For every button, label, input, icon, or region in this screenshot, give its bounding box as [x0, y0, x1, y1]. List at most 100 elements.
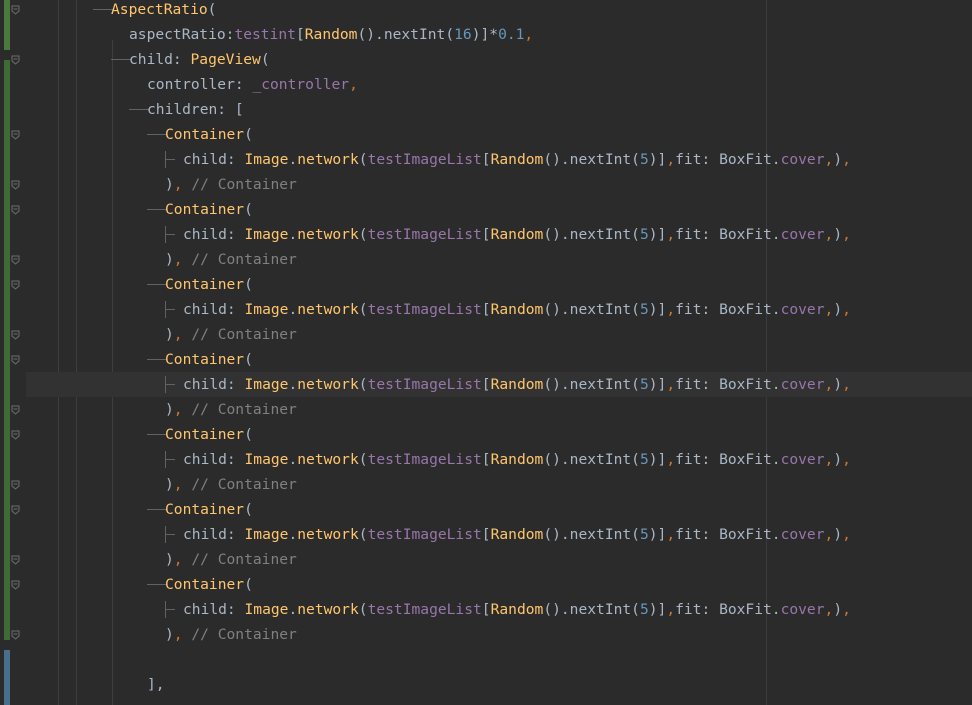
code-line[interactable]: controller: _controller, [26, 72, 972, 97]
code-token: child: [129, 51, 191, 68]
fold-marker-icon[interactable] [10, 579, 20, 590]
fold-marker-icon[interactable] [10, 204, 20, 215]
fold-marker-icon[interactable] [10, 554, 20, 565]
code-token: // Container [182, 251, 297, 268]
vcs-change-marker[interactable] [4, 650, 10, 705]
tree-connector [103, 22, 127, 47]
fold-marker-icon[interactable] [10, 329, 20, 340]
tree-connector [139, 622, 163, 647]
editor-gutter[interactable] [0, 0, 26, 705]
code-token: , [842, 151, 851, 168]
code-token: [ [481, 526, 491, 543]
code-line[interactable]: Container( [26, 572, 972, 597]
code-text: ), // Container [165, 247, 297, 272]
tree-connector [121, 97, 149, 122]
code-token: _controller [252, 76, 350, 93]
code-token: [ [481, 376, 491, 393]
code-line[interactable]: child: PageView( [26, 47, 972, 72]
code-text: Container( [165, 197, 253, 222]
code-token: . [288, 226, 298, 243]
code-token: Container [165, 201, 245, 218]
tree-connector [157, 522, 181, 547]
tree-connector [121, 672, 145, 697]
tree-connector [139, 472, 163, 497]
code-text: child: Image.network(testImageList[Rando… [183, 222, 851, 247]
code-token: , [666, 526, 676, 543]
code-line[interactable]: Container( [26, 197, 972, 222]
code-token: ) [833, 526, 843, 543]
code-token: , [842, 301, 851, 318]
fold-marker-icon[interactable] [10, 54, 20, 65]
vcs-change-marker[interactable] [4, 60, 10, 640]
code-token: ( [358, 526, 368, 543]
code-token: , [666, 451, 676, 468]
code-token: child: [183, 601, 245, 618]
tree-connector [121, 72, 145, 97]
code-token: Random [304, 26, 358, 43]
code-line[interactable]: child: Image.network(testImageList[Rando… [26, 522, 972, 547]
fold-marker-icon[interactable] [10, 129, 20, 140]
fold-marker-icon[interactable] [10, 429, 20, 440]
code-line[interactable]: Container( [26, 497, 972, 522]
fold-marker-icon[interactable] [10, 479, 20, 490]
code-line[interactable]: child: Image.network(testImageList[Rando… [26, 447, 972, 472]
code-token: Image [244, 376, 289, 393]
code-token: 16 [454, 26, 472, 43]
code-line[interactable]: ), // Container [26, 172, 972, 197]
fold-marker-icon[interactable] [10, 254, 20, 265]
code-token: ( [244, 426, 253, 443]
code-line[interactable]: ], [26, 672, 972, 697]
code-token: [ [481, 151, 491, 168]
code-token: )]* [471, 26, 499, 43]
code-line[interactable]: child: Image.network(testImageList[Rando… [26, 297, 972, 322]
tree-connector [139, 497, 167, 522]
code-token: Random [490, 301, 544, 318]
code-token: child: [183, 151, 245, 168]
tree-connector [139, 547, 163, 572]
code-line[interactable]: Container( [26, 422, 972, 447]
code-line-current[interactable]: child: Image.network(testImageList[Rando… [26, 372, 972, 397]
code-token: ) [165, 401, 174, 418]
fold-marker-icon[interactable] [10, 404, 20, 415]
fold-marker-icon[interactable] [10, 504, 20, 515]
code-line[interactable]: children: [ [26, 97, 972, 122]
code-token: , [173, 476, 183, 493]
code-token: Random [490, 376, 544, 393]
code-token: ().nextInt( [357, 26, 455, 43]
code-token: ( [244, 201, 253, 218]
code-line[interactable] [26, 647, 972, 672]
code-line[interactable]: Container( [26, 347, 972, 372]
code-token: , [666, 601, 676, 618]
code-token: . [288, 151, 298, 168]
code-token: // Container [182, 176, 297, 193]
fold-marker-icon[interactable] [10, 354, 20, 365]
code-editor[interactable]: AspectRatio(aspectRatio:testint[Random()… [26, 0, 972, 705]
code-line[interactable]: child: Image.network(testImageList[Rando… [26, 597, 972, 622]
code-line[interactable]: Container( [26, 272, 972, 297]
fold-marker-icon[interactable] [10, 629, 20, 640]
code-token: testImageList [367, 301, 482, 318]
code-line[interactable]: Container( [26, 122, 972, 147]
code-token: ( [244, 576, 253, 593]
code-token: ( [358, 601, 368, 618]
code-token: Image [244, 151, 289, 168]
fold-marker-icon[interactable] [10, 279, 20, 290]
code-line[interactable]: AspectRatio( [26, 0, 972, 22]
code-line[interactable]: aspectRatio:testint[Random().nextInt(16)… [26, 22, 972, 47]
fold-marker-icon[interactable] [10, 179, 20, 190]
code-token: ], [147, 676, 165, 693]
code-line[interactable]: ), // Container [26, 547, 972, 572]
code-token: , [824, 526, 834, 543]
fold-marker-icon[interactable] [10, 4, 20, 15]
code-line[interactable]: ), // Container [26, 472, 972, 497]
code-line[interactable]: ), // Container [26, 322, 972, 347]
code-line[interactable]: child: Image.network(testImageList[Rando… [26, 222, 972, 247]
code-token: testImageList [367, 451, 482, 468]
code-line[interactable]: child: Image.network(testImageList[Rando… [26, 147, 972, 172]
code-line[interactable]: ), // Container [26, 397, 972, 422]
code-line[interactable]: ), // Container [26, 622, 972, 647]
code-text: controller: _controller, [147, 72, 358, 97]
code-token: child: [183, 451, 245, 468]
code-line[interactable]: ), // Container [26, 247, 972, 272]
code-token: 5 [639, 226, 649, 243]
